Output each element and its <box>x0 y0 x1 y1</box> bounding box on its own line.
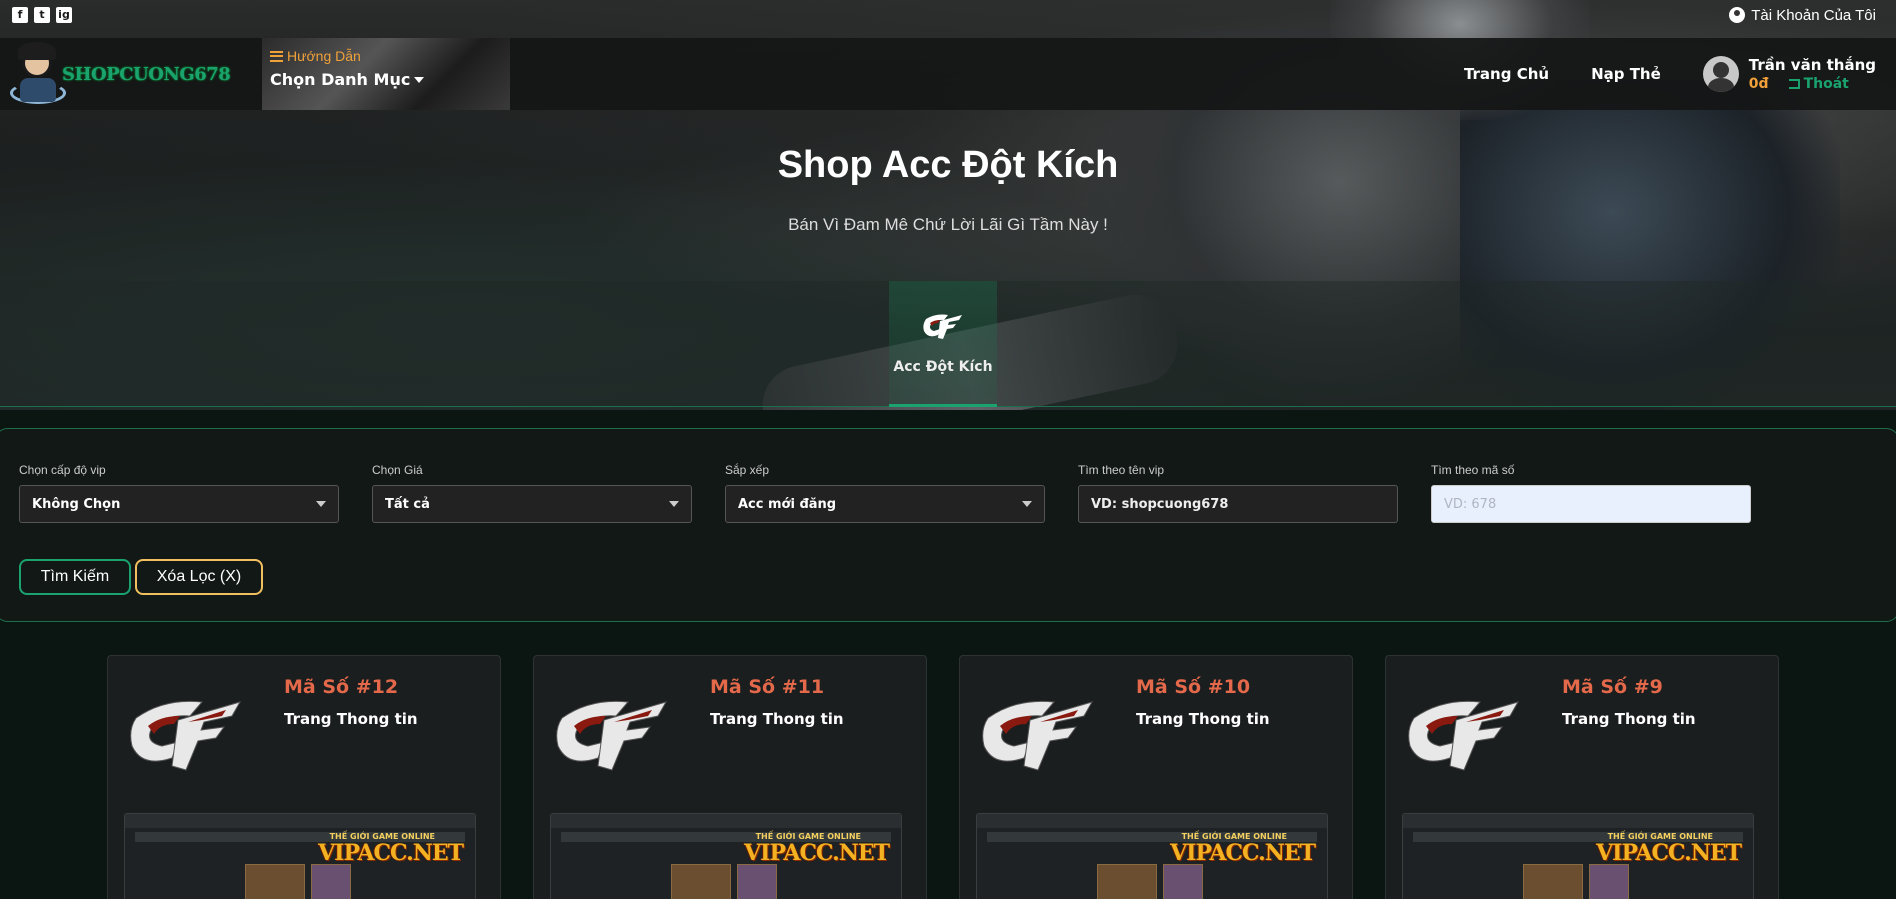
filter-price: Chọn Giá Tất cả <box>372 463 692 523</box>
category-label: Acc Đột Kích <box>893 359 993 375</box>
choose-category-dropdown[interactable]: Chọn Danh Mục <box>270 70 502 89</box>
crossfire-logo-icon <box>556 700 668 771</box>
guide-link[interactable]: Hướng Dẫn <box>270 48 502 64</box>
nav-topup[interactable]: Nạp Thẻ <box>1591 65 1661 83</box>
caret-down-icon <box>1022 501 1032 507</box>
crossfire-logo-icon <box>130 700 242 771</box>
caret-down-icon <box>669 501 679 507</box>
card-desc: Trang Thong tin <box>284 710 418 728</box>
logout-link[interactable]: Thoát <box>1788 76 1849 92</box>
card-thumbnail: THẾ GIỚI GAME ONLINE VIPACC.NET <box>124 813 476 899</box>
code-input[interactable]: VD: 678 <box>1431 485 1751 523</box>
vip-level-label: Chọn cấp độ vip <box>19 463 106 477</box>
account-card[interactable]: Mã Số #10 Trang Thong tin THẾ GIỚI GAME … <box>959 655 1353 899</box>
card-desc: Trang Thong tin <box>1136 710 1270 728</box>
sign-out-icon <box>1788 79 1800 89</box>
hamburger-icon <box>270 50 283 62</box>
main-navbar: SHOPCUONG678 Hướng Dẫn Chọn Danh Mục Tra… <box>0 38 1896 110</box>
instagram-icon[interactable]: ig <box>56 7 72 23</box>
sort-select[interactable]: Acc mới đăng <box>725 485 1045 523</box>
logout-label: Thoát <box>1803 76 1849 92</box>
card-desc: Trang Thong tin <box>710 710 844 728</box>
watermark: VIPACC.NET <box>1170 840 1316 866</box>
account-card[interactable]: Mã Số #9 Trang Thong tin THẾ GIỚI GAME O… <box>1385 655 1779 899</box>
mascot-icon <box>10 42 66 106</box>
crossfire-logo-icon <box>922 311 964 341</box>
clear-filter-button[interactable]: Xóa Lọc (X) <box>135 559 263 595</box>
nav-links: Trang Chủ Nạp Thẻ Trần văn thắng 0đ Thoá… <box>1464 56 1896 92</box>
site-logo[interactable]: SHOPCUONG678 <box>0 42 262 106</box>
account-link[interactable]: Tài Khoản Của Tôi <box>1729 7 1876 24</box>
card-thumbnail: THẾ GIỚI GAME ONLINE VIPACC.NET <box>976 813 1328 899</box>
search-button[interactable]: Tìm Kiếm <box>19 559 131 595</box>
social-links: f t ig <box>12 7 72 23</box>
user-circle-icon <box>1729 7 1746 23</box>
vip-name-input[interactable]: VD: shopcuong678 <box>1078 485 1398 523</box>
twitter-icon[interactable]: t <box>34 7 50 23</box>
sort-label: Sắp xếp <box>725 463 770 477</box>
filter-vip-name: Tìm theo tên vip VD: shopcuong678 <box>1078 463 1398 523</box>
filter-vip-level: Chọn cấp độ vip Không Chọn <box>19 463 339 523</box>
category-item-dot-kich[interactable]: Acc Đột Kích <box>889 281 997 407</box>
logo-text: SHOPCUONG678 <box>62 63 231 85</box>
watermark: VIPACC.NET <box>318 840 464 866</box>
user-info: Trần văn thắng 0đ Thoát <box>1749 56 1876 92</box>
filter-code: Tìm theo mã số VD: 678 <box>1431 463 1751 523</box>
top-bar: f t ig Tài Khoản Của Tôi <box>0 0 1896 30</box>
page-title: Shop Acc Đột Kích <box>777 144 1119 186</box>
price-select[interactable]: Tất cả <box>372 485 692 523</box>
card-code: Mã Số #9 <box>1562 676 1663 698</box>
card-code: Mã Số #10 <box>1136 676 1251 698</box>
filter-sort: Sắp xếp Acc mới đăng <box>725 463 1045 523</box>
category-strip: Acc Đột Kích <box>0 281 1896 407</box>
user-name: Trần văn thắng <box>1748 56 1876 74</box>
sort-value: Acc mới đăng <box>738 496 837 512</box>
account-label: Tài Khoản Của Tôi <box>1751 6 1876 24</box>
vip-level-value: Không Chọn <box>32 496 121 512</box>
choose-category-label: Chọn Danh Mục <box>270 70 411 89</box>
page-subtitle: Bán Vì Đam Mê Chứ Lời Lãi Gì Tầm Này ! <box>788 215 1108 234</box>
watermark: VIPACC.NET <box>744 840 890 866</box>
account-card[interactable]: Mã Số #11 Trang Thong tin THẾ GIỚI GAME … <box>533 655 927 899</box>
nav-home[interactable]: Trang Chủ <box>1464 65 1549 83</box>
crossfire-logo-icon <box>1408 700 1520 771</box>
filter-panel: Chọn cấp độ vip Không Chọn Chọn Giá Tất … <box>0 428 1896 622</box>
card-thumbnail: THẾ GIỚI GAME ONLINE VIPACC.NET <box>1402 813 1754 899</box>
facebook-icon[interactable]: f <box>12 7 28 23</box>
avatar <box>1702 56 1739 92</box>
price-label: Chọn Giá <box>372 463 423 477</box>
watermark: VIPACC.NET <box>1596 840 1742 866</box>
user-balance: 0đ <box>1748 76 1769 92</box>
code-label: Tìm theo mã số <box>1431 463 1515 477</box>
vip-name-label: Tìm theo tên vip <box>1078 463 1165 477</box>
card-code: Mã Số #11 <box>710 676 825 698</box>
card-thumbnail: THẾ GIỚI GAME ONLINE VIPACC.NET <box>550 813 902 899</box>
account-card[interactable]: Mã Số #12 Trang Thong tin THẾ GIỚI GAME … <box>107 655 501 899</box>
vip-level-select[interactable]: Không Chọn <box>19 485 339 523</box>
user-menu[interactable]: Trần văn thắng 0đ Thoát <box>1702 56 1876 92</box>
category-menu: Hướng Dẫn Chọn Danh Mục <box>262 38 510 110</box>
caret-down-icon <box>414 76 425 83</box>
crossfire-logo-icon <box>982 700 1094 771</box>
price-value: Tất cả <box>385 496 430 512</box>
card-desc: Trang Thong tin <box>1562 710 1696 728</box>
caret-down-icon <box>316 501 326 507</box>
card-code: Mã Số #12 <box>284 676 399 698</box>
guide-label: Hướng Dẫn <box>287 48 361 64</box>
